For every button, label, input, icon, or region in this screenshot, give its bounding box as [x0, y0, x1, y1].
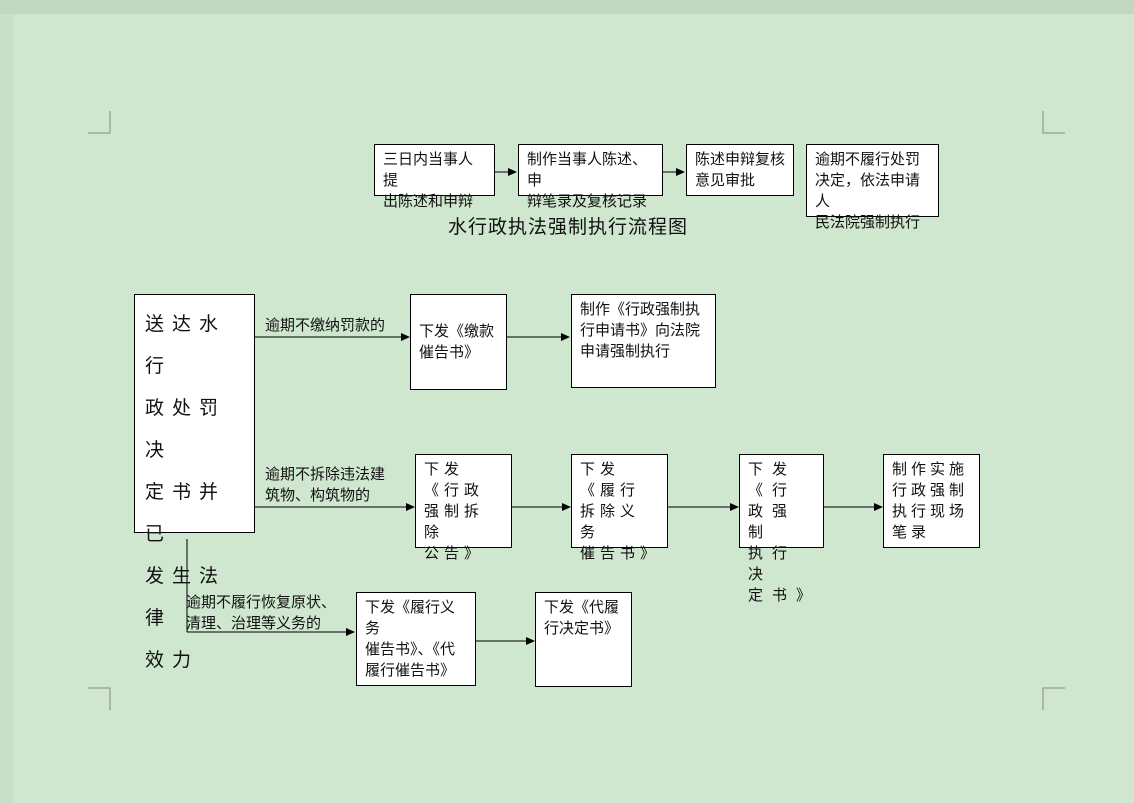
start-penalty-decision-box: 送达水行 政处罚决 定书并已 发生法律 效力	[134, 294, 255, 671]
branch2-step-demolition-notice: 下发《行政 强制拆除 公告》	[415, 454, 512, 562]
branch1-label: 逾期不缴纳罚款的	[265, 316, 386, 334]
branch2-step-enforcement-decision: 下发《行 政强制 执行决 定书》	[739, 454, 824, 604]
branch3-step-substitute-decision: 下发《代履 行决定书》	[535, 592, 632, 687]
diagram-title: 水行政执法强制执行流程图	[448, 216, 689, 238]
step-statement-and-defense: 三日内当事人提 出陈述和申辩	[374, 144, 495, 210]
step-record-statement: 制作当事人陈述、申 辩笔录及复核记录	[518, 144, 663, 210]
branch2-label: 逾期不拆除违法建 筑物、构筑物的	[265, 465, 386, 504]
branch3-step-obligation-notice: 下发《履行义务 催告书》、《代 履行催告书》	[356, 592, 476, 686]
step-apply-court-enforcement: 逾期不履行处罚 决定，依法申请人 民法院强制执行	[806, 144, 939, 231]
branch2-step-demolition-reminder: 下发《履行 拆除义务 催告书》	[571, 454, 668, 562]
branch1-step-court-application: 制作《行政强制执 行申请书》向法院 申请强制执行	[571, 294, 716, 388]
branch2-step-site-record: 制作实施 行政强制 执行现场 笔录	[883, 454, 980, 548]
step-review-approval: 陈述申辩复核 意见审批	[686, 144, 794, 196]
branch3-label: 逾期不履行恢复原状、 清理、治理等义务的	[186, 593, 337, 632]
branch1-step-payment-notice: 下发《缴款 催告书》	[410, 294, 507, 390]
